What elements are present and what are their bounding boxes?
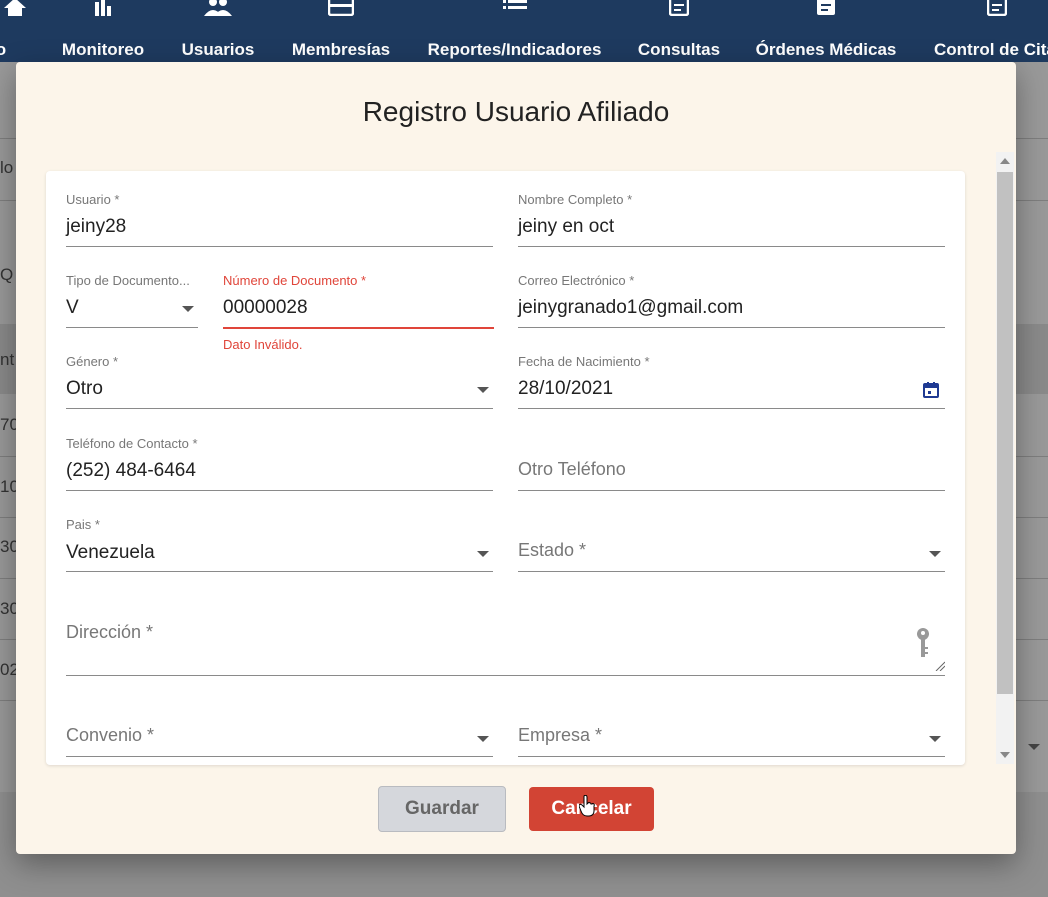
field-label: Usuario * [66, 192, 120, 207]
field-label: Nombre Completo * [518, 192, 633, 207]
background-text: nt [0, 350, 15, 369]
field-value: jeiny28 [66, 216, 127, 237]
field-value: (252) 484-6464 [66, 460, 196, 481]
scrollbar-thumb[interactable] [997, 172, 1013, 694]
usuario-field[interactable]: Usuario * jeiny28 [66, 189, 493, 247]
nav-label: Monitoreo [61, 40, 145, 59]
nav-label: Órdenes Médicas [755, 40, 897, 59]
field-placeholder: Dirección * [66, 622, 154, 642]
background-text: lo [0, 158, 14, 177]
nombre-completo-field[interactable]: Nombre Completo * jeiny en oct [518, 189, 945, 247]
field-value: Otro [66, 378, 103, 399]
nav-item-monitoreo[interactable]: Monitoreo [62, 0, 144, 62]
field-placeholder: Convenio * [66, 725, 155, 745]
nav-item-control-citas[interactable]: Control de Cita [934, 0, 1048, 62]
field-label: Tipo de Documento... [66, 273, 190, 288]
background-text: Q [0, 265, 14, 284]
convenio-select[interactable]: Convenio * [66, 699, 493, 757]
save-button[interactable]: Guardar [378, 786, 506, 832]
numero-documento-field[interactable]: Número de Documento * 00000028 [223, 270, 494, 329]
chevron-down-icon [477, 551, 489, 557]
users-icon [204, 0, 232, 16]
document-icon [669, 0, 689, 16]
field-value: 28/10/2021 [518, 378, 614, 399]
field-label: Número de Documento * [223, 273, 367, 288]
chevron-down-icon [182, 306, 194, 312]
scroll-up-arrow-icon[interactable] [1000, 158, 1010, 164]
nav-item-reportes[interactable]: Reportes/Indicadores [427, 0, 602, 62]
field-label: Fecha de Nacimiento * [518, 354, 650, 369]
telefono-field[interactable]: Teléfono de Contacto * (252) 484-6464 [66, 433, 493, 491]
chevron-down-icon [929, 551, 941, 557]
field-value: 00000028 [223, 297, 308, 318]
empresa-select[interactable]: Empresa * [518, 699, 945, 757]
chevron-down-icon [477, 736, 489, 742]
genero-select[interactable]: Género * Otro [66, 351, 493, 409]
scroll-down-arrow-icon[interactable] [1000, 752, 1010, 758]
nav-item-membresias[interactable]: Membresías [292, 0, 390, 62]
list-icon [502, 0, 527, 9]
bar-chart-icon [95, 0, 111, 16]
estado-select[interactable]: Estado * [518, 514, 945, 572]
field-value: jeiny en oct [518, 216, 615, 237]
field-value: V [66, 297, 79, 318]
top-navigation-bar: lero Monitoreo Usuarios Membresías Repor… [0, 0, 1048, 62]
direccion-textarea[interactable]: Dirección * [66, 595, 945, 676]
field-label: Pais * [66, 517, 100, 532]
registration-dialog: Registro Usuario Afiliado Usuario * jein… [16, 62, 1016, 854]
background-caret-icon [1028, 744, 1040, 750]
field-placeholder: Otro Teléfono [518, 459, 626, 479]
nav-label: Consultas [637, 40, 721, 59]
correo-field[interactable]: Correo Electrónico * jeinygranado1@gmail… [518, 270, 945, 328]
nav-item-consultas[interactable]: Consultas [638, 0, 720, 62]
field-label: Género * [66, 354, 119, 369]
field-value: jeinygranado1@gmail.com [518, 297, 744, 318]
field-value: Venezuela [66, 542, 155, 563]
tipo-documento-select[interactable]: Tipo de Documento... V [66, 270, 198, 328]
field-label: Teléfono de Contacto * [66, 436, 198, 451]
field-label: Correo Electrónico * [518, 273, 635, 288]
nav-label: Membresías [291, 40, 391, 59]
chevron-down-icon [477, 387, 489, 393]
card-icon [328, 0, 354, 16]
nav-label: Reportes/Indicadores [427, 40, 602, 59]
field-placeholder: Estado * [518, 540, 587, 560]
form-scrollbar[interactable] [996, 152, 1014, 764]
resize-handle-icon[interactable] [935, 661, 945, 671]
document-icon [987, 0, 1007, 16]
home-icon [4, 0, 26, 16]
nav-item-usuarios[interactable]: Usuarios [181, 0, 255, 62]
nav-label: lero [0, 40, 7, 59]
otro-telefono-field[interactable]: Otro Teléfono [518, 433, 945, 491]
hand-cursor-icon [579, 795, 595, 817]
form-card: Usuario * jeiny28 Nombre Completo * jein… [46, 171, 965, 765]
calendar-icon[interactable] [923, 382, 939, 398]
nav-item-tablero[interactable]: lero [0, 0, 55, 62]
dialog-title: Registro Usuario Afiliado [362, 96, 670, 127]
fecha-nacimiento-field[interactable]: Fecha de Nacimiento * 28/10/2021 [518, 351, 945, 409]
pais-select[interactable]: Pais * Venezuela [66, 514, 493, 572]
nav-item-ordenes[interactable]: Órdenes Médicas [755, 0, 897, 62]
chevron-down-icon [929, 736, 941, 742]
field-placeholder: Empresa * [518, 725, 603, 745]
nav-label: Control de Cita [934, 40, 1048, 59]
key-icon [917, 628, 929, 657]
error-message: Dato Inválido. [223, 337, 303, 352]
document-icon [817, 0, 835, 15]
nav-label: Usuarios [181, 40, 255, 59]
